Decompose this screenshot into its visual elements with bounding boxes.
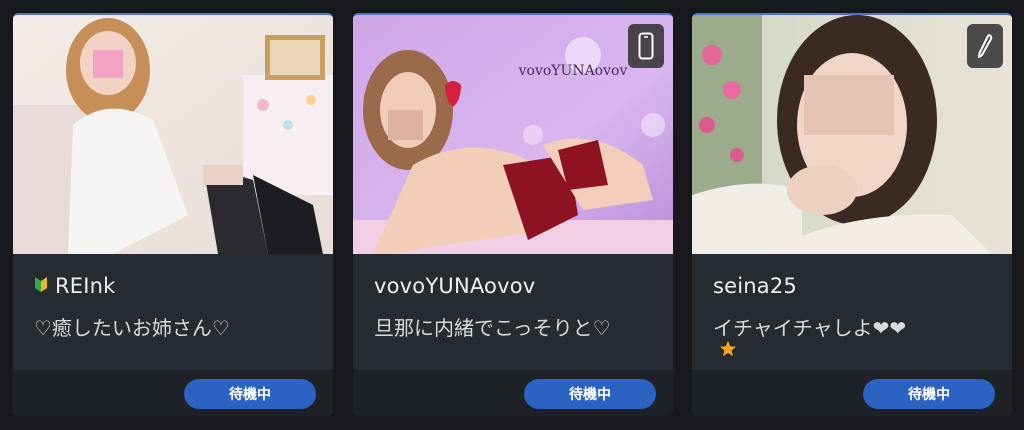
smartphone-icon [628,24,664,68]
performer-grid: REInk ♡癒したいお姉さん♡ 待機中 vovoYUNAovov vovoYU… [13,13,1013,418]
performer-name: seina25 [713,274,797,298]
performer-photo[interactable] [692,15,1012,254]
name-row: seina25 [713,272,797,300]
performer-message: ♡癒したいお姉さん♡ [34,316,230,340]
card-footer: 待機中 [692,370,1012,416]
status-button[interactable]: 待機中 [524,379,656,409]
performer-card[interactable]: seina25 イチャイチャしよ❤❤ 待機中 [692,13,1012,416]
star-icon [719,340,737,362]
performer-message: 旦那に内緒でこっそりと♡ [374,316,611,340]
performer-card[interactable]: vovoYUNAovov vovoYUNAovov 旦那に内緒でこっそりと♡ 待… [353,13,673,416]
name-row: vovoYUNAovov [374,272,535,300]
performer-photo[interactable]: vovoYUNAovov [353,15,673,254]
status-button[interactable]: 待機中 [863,379,995,409]
card-footer: 待機中 [353,370,673,416]
performer-photo[interactable] [13,15,333,254]
name-row: REInk [34,272,116,300]
performer-message: イチャイチャしよ❤❤ [713,316,907,340]
card-footer: 待機中 [13,370,333,416]
status-button[interactable]: 待機中 [184,379,316,409]
pen-icon [967,24,1003,68]
photo-caption: vovoYUNAovov [518,63,628,79]
performer-info: seina25 イチャイチャしよ❤❤ [692,256,1012,370]
performer-info: REInk ♡癒したいお姉さん♡ [13,256,333,370]
performer-card[interactable]: REInk ♡癒したいお姉さん♡ 待機中 [13,13,333,416]
performer-name: REInk [55,274,116,298]
beginner-leaf-icon [34,275,48,297]
performer-info: vovoYUNAovov 旦那に内緒でこっそりと♡ [353,256,673,370]
performer-name: vovoYUNAovov [374,274,536,298]
